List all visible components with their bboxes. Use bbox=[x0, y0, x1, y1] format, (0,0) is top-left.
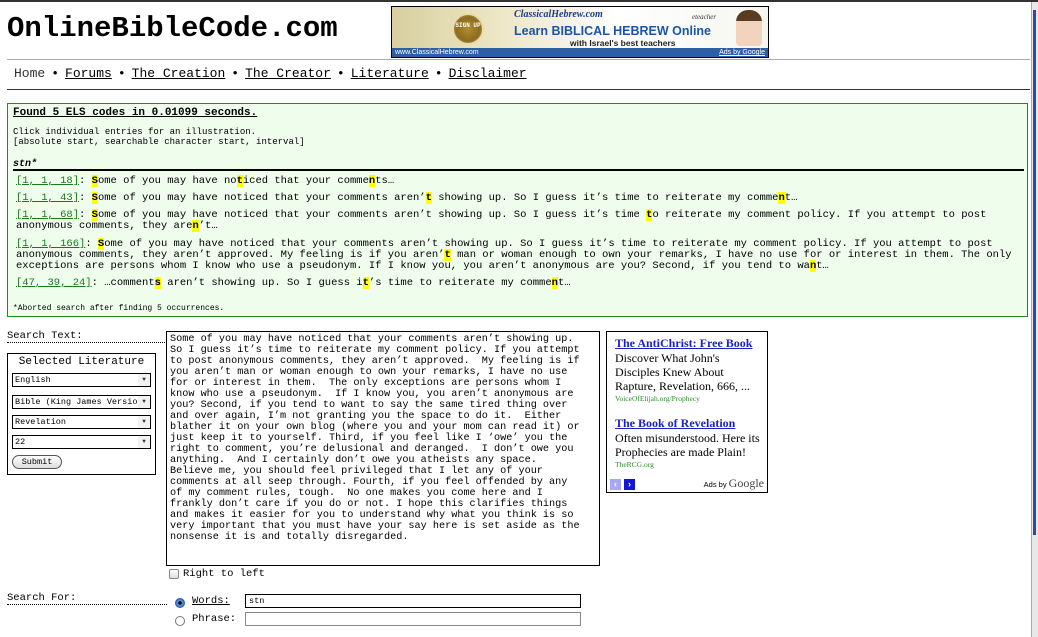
results-panel: Found 5 ELS codes in 0.01099 seconds. Cl… bbox=[7, 103, 1028, 317]
chevron-down-icon: ▼ bbox=[138, 374, 150, 386]
nav-the-creation[interactable]: The Creation bbox=[132, 66, 226, 81]
nav-separator: • bbox=[434, 66, 443, 81]
collection-select[interactable]: Bible (King James Version) ▼ bbox=[12, 395, 151, 409]
entry-text: t… bbox=[557, 277, 571, 289]
nav-home[interactable]: Home bbox=[14, 66, 45, 81]
entry-text: ome of you may have no bbox=[97, 175, 237, 187]
header-divider bbox=[7, 59, 1030, 60]
chevron-right-icon[interactable]: › bbox=[624, 479, 635, 490]
entry-text: ome of you may have noticed that your co… bbox=[97, 192, 426, 204]
entry-text: showing up. So I guess it’s time to reit… bbox=[431, 192, 779, 204]
results-hint-line: Click individual entries for an illustra… bbox=[13, 127, 257, 137]
nav-separator: • bbox=[231, 66, 240, 81]
banner-brand: ClassicalHebrew.com bbox=[514, 9, 603, 20]
result-entry[interactable]: [47, 39, 24]: …comments aren’t showing u… bbox=[16, 277, 1016, 289]
entry-text: t… bbox=[784, 192, 798, 204]
entry-text: iced that your comme bbox=[242, 175, 369, 187]
right-to-left-option[interactable]: Right to left bbox=[169, 568, 265, 580]
nav-separator: • bbox=[117, 66, 126, 81]
entry-text: ’t… bbox=[198, 220, 218, 232]
entry-text: t… bbox=[816, 260, 829, 272]
chevron-down-icon: ▼ bbox=[138, 396, 150, 408]
result-entry[interactable]: [1, 1, 68]: Some of you may have noticed… bbox=[16, 209, 1016, 232]
results-hint: Click individual entries for an illustra… bbox=[13, 127, 305, 147]
search-for-label: Search For: bbox=[7, 592, 167, 605]
nav-separator: • bbox=[336, 66, 345, 81]
side-ads: The AntiChrist: Free Book Discover What … bbox=[606, 331, 768, 493]
entry-coords-link[interactable]: [1, 1, 18] bbox=[16, 175, 79, 187]
teacher-image bbox=[736, 10, 762, 46]
nav-disclaimer[interactable]: Disclaimer bbox=[449, 66, 527, 81]
nav-separator: • bbox=[51, 66, 60, 81]
selected-literature-box: Selected Literature English ▼ Bible (King… bbox=[7, 353, 156, 475]
submit-button[interactable]: Submit bbox=[12, 455, 62, 469]
ad-title-link[interactable]: The AntiChrist: Free Book bbox=[615, 336, 765, 351]
ads-by-text: Ads by bbox=[703, 480, 727, 489]
language-select[interactable]: English ▼ bbox=[12, 373, 151, 387]
phrase-radio[interactable] bbox=[175, 616, 185, 626]
results-summary: Found 5 ELS codes in 0.01099 seconds. bbox=[13, 107, 258, 119]
ad-item[interactable]: The AntiChrist: Free Book Discover What … bbox=[615, 336, 765, 403]
ad-title-link[interactable]: The Book of Revelation bbox=[615, 416, 765, 431]
entry-text: ’s time to reiterate my comme bbox=[368, 277, 552, 289]
result-entry[interactable]: [1, 1, 43]: Some of you may have noticed… bbox=[16, 192, 1016, 204]
entry-text: ts… bbox=[375, 175, 395, 187]
chevron-left-icon[interactable]: ‹ bbox=[610, 479, 621, 490]
result-entry[interactable]: [1, 1, 166]: Some of you may have notice… bbox=[16, 238, 1016, 272]
banner-ads-by-google[interactable]: Ads by Google bbox=[719, 48, 765, 57]
nav-divider bbox=[7, 89, 1030, 90]
site-logo[interactable]: OnlineBibleCode.com bbox=[7, 12, 338, 45]
book-select[interactable]: Revelation ▼ bbox=[12, 415, 151, 429]
banner-footer: www.ClassicalHebrew.com Ads by Google bbox=[392, 48, 768, 57]
selected-literature-title: Selected Literature bbox=[18, 356, 145, 368]
entry-coords-link[interactable]: [1, 1, 43] bbox=[16, 192, 79, 204]
main-nav: Home • Forums • The Creation • The Creator • Lit… bbox=[14, 66, 527, 81]
banner-ad[interactable]: SIGN UP ClassicalHebrew.com eteacher Lea… bbox=[391, 6, 769, 58]
search-text-area[interactable]: Some of you may have noticed that your c… bbox=[166, 331, 600, 566]
ad-item[interactable]: The Book of Revelation Often misundersto… bbox=[615, 416, 765, 469]
banner-partner-logo: eteacher bbox=[692, 13, 717, 21]
entry-text: …comment bbox=[104, 277, 155, 289]
vertical-scrollbar[interactable] bbox=[1031, 2, 1038, 637]
results-hint-line: [absolute start, searchable character st… bbox=[13, 137, 305, 147]
result-entry[interactable]: [1, 1, 18]: Some of you may have noticed… bbox=[16, 175, 1016, 187]
nav-the-creator[interactable]: The Creator bbox=[245, 66, 331, 81]
scrollbar-thumb[interactable] bbox=[1033, 10, 1036, 535]
search-text-label: Search Text: bbox=[7, 330, 167, 343]
chevron-down-icon: ▼ bbox=[138, 436, 150, 448]
banner-headline: Learn BIBLICAL HEBREW Online bbox=[514, 24, 712, 38]
phrase-label[interactable]: Phrase: bbox=[192, 613, 236, 625]
chevron-down-icon: ▼ bbox=[138, 416, 150, 428]
language-select-value: English bbox=[15, 375, 51, 385]
aborted-note: *Aborted search after finding 5 occurren… bbox=[13, 304, 225, 313]
google-logo: Google bbox=[728, 476, 764, 490]
ad-url[interactable]: TheRCG.org bbox=[615, 460, 765, 469]
entry-text: aren’t showing up. So I guess i bbox=[160, 277, 363, 289]
words-input[interactable]: stn bbox=[245, 594, 581, 608]
right-to-left-label: Right to left bbox=[183, 568, 265, 580]
nav-literature[interactable]: Literature bbox=[351, 66, 429, 81]
phrase-input[interactable] bbox=[245, 612, 581, 626]
banner-subline: with Israel's best teachers bbox=[570, 38, 676, 48]
words-label[interactable]: Words: bbox=[192, 595, 230, 607]
banner-url[interactable]: www.ClassicalHebrew.com bbox=[395, 48, 479, 57]
chapter-select[interactable]: 22 ▼ bbox=[12, 435, 151, 449]
ad-description: Often misunderstood. Here its Prophecies… bbox=[615, 431, 760, 459]
book-select-value: Revelation bbox=[15, 417, 67, 427]
sign-up-seal: SIGN UP bbox=[452, 13, 484, 45]
entry-coords-link[interactable]: [47, 39, 24] bbox=[16, 277, 92, 289]
right-to-left-checkbox[interactable] bbox=[169, 569, 179, 579]
search-for-label-text: Search For: bbox=[7, 592, 77, 604]
nav-forums[interactable]: Forums bbox=[65, 66, 112, 81]
ad-description: Discover What John's Disciples Knew Abou… bbox=[615, 351, 750, 393]
ad-url[interactable]: VoiceOfElijah.org/Prophecy bbox=[615, 394, 765, 403]
ads-by-google[interactable]: Ads by Google bbox=[704, 476, 764, 491]
term-divider bbox=[13, 169, 1024, 171]
words-radio[interactable] bbox=[175, 598, 185, 608]
collection-select-value: Bible (King James Version) bbox=[15, 397, 148, 407]
chapter-select-value: 22 bbox=[15, 437, 26, 447]
search-text-label-text: Search Text: bbox=[7, 330, 83, 342]
